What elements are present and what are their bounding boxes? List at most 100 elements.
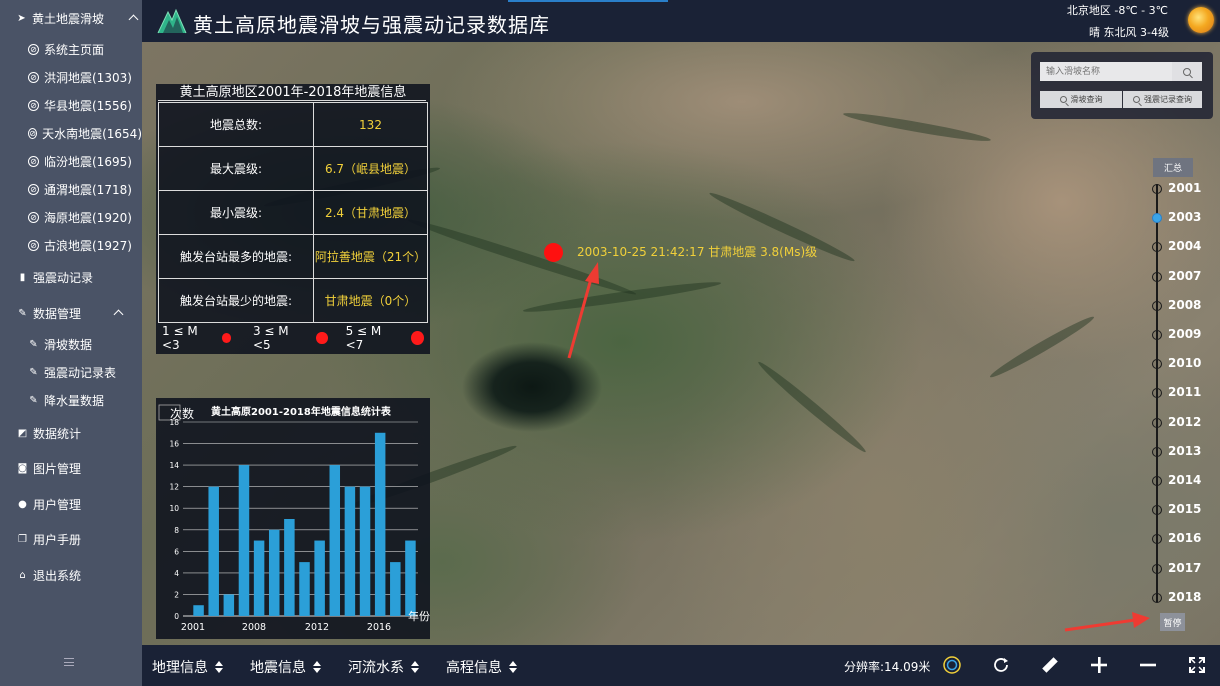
timeline-dot-2017[interactable] — [1152, 563, 1162, 574]
landslide-search-input[interactable] — [1040, 62, 1172, 81]
bar-chart-svg: 黄土高原2001-2018年地震信息统计表次数02468101214161820… — [158, 404, 430, 633]
sidebar-item-image-management[interactable]: ◙ 图片管理 — [0, 453, 142, 483]
sidebar-item-hongdong[interactable]: ⊘ 洪洞地震(1303) — [0, 62, 142, 92]
timeline-year-2004[interactable]: 2004 — [1168, 239, 1201, 253]
compass-icon: ⊘ — [28, 99, 39, 111]
info-value: 6.7（岷县地震） — [313, 146, 428, 191]
menu-earthquake[interactable]: 地震信息 — [250, 657, 321, 677]
sidebar-item-strong-motion[interactable]: ▮ 强震动记录 — [0, 262, 142, 292]
menu-toggle-icon[interactable] — [64, 658, 74, 666]
chevron-up-icon — [113, 309, 124, 320]
timeline-year-2017[interactable]: 2017 — [1168, 561, 1201, 575]
info-value: 阿拉善地震（21个） — [313, 234, 428, 279]
minus-icon — [1140, 663, 1156, 667]
chart-title: 黄土高原2001-2018年地震信息统计表 — [211, 405, 392, 418]
menu-elevation[interactable]: 高程信息 — [446, 657, 517, 677]
info-value: 2.4（甘肃地震） — [313, 190, 428, 235]
app-title: 黄土高原地震滑坡与强震动记录数据库 — [193, 13, 550, 37]
timeline-year-2001[interactable]: 2001 — [1168, 181, 1201, 195]
legend-item-large: 5 ≤ M <7 — [346, 324, 424, 352]
sidebar-item-user-manual[interactable]: ❐ 用户手册 — [0, 524, 142, 554]
menu-rivers[interactable]: 河流水系 — [348, 657, 419, 677]
sidebar-item-statistics[interactable]: ◩ 数据统计 — [0, 418, 142, 448]
locate-icon — [943, 656, 961, 674]
refresh-icon — [994, 658, 1008, 672]
sidebar-item-home[interactable]: ⊘ 系统主页面 — [0, 34, 142, 64]
timeline-year-2003[interactable]: 2003 — [1168, 210, 1201, 224]
x-tick-label: 2001 — [181, 622, 205, 633]
timeline-dot-2009[interactable] — [1152, 330, 1162, 340]
sidebar-item-label: 滑坡数据 — [44, 337, 93, 352]
timeline-dot-2014[interactable] — [1152, 476, 1162, 486]
sidebar-item-tongwei[interactable]: ⊘ 通渭地震(1718) — [0, 174, 142, 204]
earthquake-marker[interactable] — [544, 243, 563, 262]
sidebar-item-haiyuan[interactable]: ⊘ 海原地震(1920) — [0, 202, 142, 232]
timeline-dot-2007[interactable] — [1152, 271, 1162, 282]
search-button[interactable] — [1172, 62, 1202, 81]
compass-icon: ⊘ — [28, 43, 39, 55]
timeline-year-2018[interactable]: 2018 — [1168, 590, 1201, 604]
map-resolution: 分辨率:14.09米 — [844, 660, 931, 674]
ruler-icon — [1042, 657, 1058, 673]
timeline-year-2009[interactable]: 2009 — [1168, 327, 1201, 341]
sidebar-item-loess-landslide[interactable]: ➤ 黄土地震滑坡 — [16, 3, 158, 33]
timeline-dot-2008[interactable] — [1152, 300, 1162, 311]
weather-location: 北京地区 -8℃ - 3℃ — [1066, 4, 1168, 17]
timeline-year-2013[interactable]: 2013 — [1168, 444, 1201, 458]
sidebar-item-huaxian[interactable]: ⊘ 华县地震(1556) — [0, 90, 142, 120]
timeline-year-2012[interactable]: 2012 — [1168, 415, 1201, 429]
sidebar-item-strong-motion-table[interactable]: ✎ 强震动记录表 — [0, 357, 142, 387]
timeline-year-2008[interactable]: 2008 — [1168, 298, 1201, 312]
timeline-year-2014[interactable]: 2014 — [1168, 473, 1201, 487]
sidebar-item-landslide-data[interactable]: ✎ 滑坡数据 — [0, 329, 142, 359]
strong-motion-query-button[interactable]: 强震记录查询 — [1123, 91, 1202, 108]
button-label: 强震记录查询 — [1144, 95, 1192, 104]
camera-icon: ◙ — [17, 462, 28, 474]
sidebar-item-gulang[interactable]: ⊘ 古浪地震(1927) — [0, 230, 142, 260]
user-icon: ● — [18, 498, 27, 510]
chart-icon: ◩ — [17, 427, 28, 439]
sidebar-item-rainfall-data[interactable]: ✎ 降水量数据 — [0, 385, 142, 415]
timeline-year-2015[interactable]: 2015 — [1168, 502, 1201, 516]
info-label: 触发台站最多的地震: — [158, 234, 314, 279]
info-table: 地震总数: 132 最大震级: 6.7（岷县地震） 最小震级: 2.4（甘肃地震… — [158, 102, 428, 323]
sidebar-item-label: 降水量数据 — [44, 393, 105, 408]
zoom-in-button[interactable] — [1088, 654, 1110, 676]
legend-dot-large — [410, 331, 424, 345]
sidebar-item-user-management[interactable]: ● 用户管理 — [0, 489, 142, 519]
sidebar-item-linfen[interactable]: ⊘ 临汾地震(1695) — [0, 146, 142, 176]
timeline-year-2010[interactable]: 2010 — [1168, 356, 1201, 370]
table-row: 最小震级: 2.4（甘肃地震） — [158, 190, 428, 235]
header-accent-line — [508, 0, 668, 2]
measure-button[interactable] — [1039, 654, 1061, 676]
timeline-dot-2012[interactable] — [1152, 417, 1162, 428]
search-icon — [1059, 96, 1067, 103]
timeline-dot-2018[interactable] — [1152, 592, 1162, 603]
locate-button[interactable] — [941, 654, 963, 676]
menu-label: 地理信息 — [152, 660, 208, 676]
sidebar-item-label: 用户管理 — [33, 497, 82, 512]
sidebar-item-tianshuinan[interactable]: ⊘ 天水南地震(1654) — [0, 118, 142, 148]
timeline-year-2011[interactable]: 2011 — [1168, 385, 1201, 399]
zoom-out-button[interactable] — [1137, 654, 1159, 676]
plus-icon — [1091, 657, 1107, 673]
timeline-year-2016[interactable]: 2016 — [1168, 531, 1201, 545]
landslide-query-button[interactable]: 滑坡查询 — [1040, 91, 1122, 108]
edit-icon: ✎ — [29, 366, 38, 378]
sidebar-item-label: 黄土地震滑坡 — [32, 11, 105, 26]
sidebar-item-data-management[interactable]: ✎ 数据管理 — [0, 298, 142, 328]
sidebar-item-label: 天水南地震(1654) — [42, 126, 142, 141]
refresh-button[interactable] — [990, 654, 1012, 676]
weather-condition: 晴 东北风 3-4级 — [1089, 26, 1169, 39]
fullscreen-button[interactable] — [1186, 654, 1208, 676]
sidebar-item-label: 数据管理 — [33, 306, 82, 321]
edit-icon: ✎ — [29, 338, 38, 350]
legend-item-medium: 3 ≤ M <5 — [253, 324, 328, 352]
timeline-summary-button[interactable]: 汇总 — [1153, 158, 1193, 177]
timeline-pause-button[interactable]: 暂停 — [1160, 613, 1185, 631]
timeline-dot-2013[interactable] — [1152, 446, 1162, 457]
timeline-year-2007[interactable]: 2007 — [1168, 269, 1201, 283]
timeline-dot-2001[interactable] — [1152, 184, 1162, 194]
sidebar-item-logout[interactable]: ⌂ 退出系统 — [0, 560, 142, 590]
menu-geography[interactable]: 地理信息 — [152, 657, 223, 677]
